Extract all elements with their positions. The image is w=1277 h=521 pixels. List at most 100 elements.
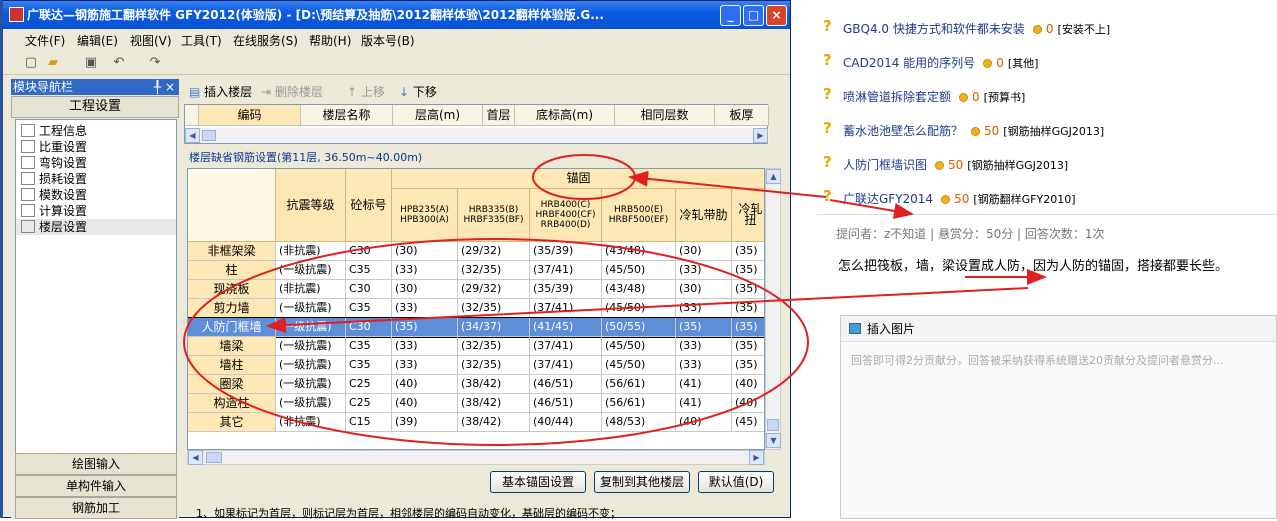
menu-help[interactable]: 帮助(H): [309, 32, 351, 49]
nav-drawing-input[interactable]: 绘图输入: [15, 453, 177, 475]
col-hrb335[interactable]: HRB335(B) HRBF335(BF): [458, 189, 530, 242]
cell-concrete[interactable]: C35: [346, 356, 392, 375]
cell-hrb500[interactable]: (43/48): [602, 280, 676, 299]
menu-tools[interactable]: 工具(T): [181, 32, 222, 49]
cell-concrete[interactable]: C25: [346, 375, 392, 394]
cell-hrb335[interactable]: (32/35): [458, 337, 530, 356]
cell-cold-twisted[interactable]: (35): [732, 280, 764, 299]
cell-concrete[interactable]: C35: [346, 299, 392, 318]
table-row[interactable]: 人防门框墙 (一级抗震) C30 (35) (34/37) (41/45) (50/55)(…: [188, 317, 764, 338]
cell-cold-twisted[interactable]: (35): [732, 318, 764, 337]
cell-seismic[interactable]: (非抗震): [276, 280, 346, 299]
cell-cold-ribbed[interactable]: (33): [676, 299, 732, 318]
cell-row-name[interactable]: 墙梁: [188, 337, 276, 356]
cell-hrb400[interactable]: (37/41): [530, 337, 602, 356]
table-row[interactable]: 剪力墙 (一级抗震) C35 (33) (32/35) (37/41) (45/50) (33…: [188, 299, 764, 318]
floor-grid[interactable]: 编码 楼层名称 层高(m) 首层 底标高(m) 相同层数 板厚(mm) ◀ ▶: [184, 104, 769, 144]
cell-concrete[interactable]: C30: [346, 280, 392, 299]
cell-hrb335[interactable]: (32/35): [458, 356, 530, 375]
cell-seismic[interactable]: (一级抗震): [276, 261, 346, 280]
cell-row-name[interactable]: 构造柱: [188, 394, 276, 413]
cell-seismic[interactable]: (一级抗震): [276, 337, 346, 356]
cell-seismic[interactable]: (一级抗震): [276, 356, 346, 375]
table-row[interactable]: 非框架梁 (非抗震) C30 (30) (29/32) (35/39) (43/48) (30…: [188, 242, 764, 261]
menu-version[interactable]: 版本号(B): [361, 32, 415, 49]
menu-file[interactable]: 文件(F): [25, 32, 65, 49]
table-row[interactable]: 墙梁 (一级抗震) C35 (33) (32/35) (37/41) (45/50) (33)…: [188, 337, 764, 356]
anchor-grid-hscroll[interactable]: ◀ ▶: [187, 450, 765, 465]
copy-to-floors-button[interactable]: 复制到其他楼层: [594, 471, 690, 493]
cell-hrb400[interactable]: (37/41): [530, 356, 602, 375]
close-button[interactable]: ×: [766, 5, 787, 26]
col-seismic-grade[interactable]: 抗震等级: [276, 169, 346, 242]
move-down-button[interactable]: ↓ 下移: [399, 83, 437, 100]
cell-seismic[interactable]: (非抗震): [276, 242, 346, 261]
col-hpb[interactable]: HPB235(A) HPB300(A): [392, 189, 458, 242]
cell-seismic[interactable]: (一级抗震): [276, 375, 346, 394]
nav-section-project-settings[interactable]: 工程设置: [11, 96, 179, 118]
table-row[interactable]: 构造柱 (一级抗震) C25 (40) (38/42) (46/51) (56/61) (41…: [188, 394, 764, 413]
move-up-button[interactable]: ↑ 上移: [347, 83, 385, 100]
cell-hrb335[interactable]: (38/42): [458, 394, 530, 413]
cell-concrete[interactable]: C25: [346, 394, 392, 413]
basic-anchor-settings-button[interactable]: 基本锚固设置: [490, 471, 586, 493]
cell-cold-ribbed[interactable]: (41): [676, 375, 732, 394]
cell-cold-ribbed[interactable]: (35): [676, 318, 732, 337]
cell-hrb335[interactable]: (32/35): [458, 261, 530, 280]
pin-icon[interactable]: ╀: [154, 79, 161, 95]
cell-hrb400[interactable]: (35/39): [530, 280, 602, 299]
cell-row-name[interactable]: 其它: [188, 413, 276, 432]
scroll-down-icon[interactable]: ▼: [766, 433, 781, 448]
cell-hrb500[interactable]: (45/50): [602, 299, 676, 318]
col-hrb400[interactable]: HRB400(C) HRBF400(CF) RRB400(D): [530, 189, 602, 242]
save-icon[interactable]: ▣: [83, 55, 99, 70]
scroll-left-icon[interactable]: ◀: [188, 450, 203, 465]
nav-item-weight[interactable]: 比重设置: [16, 139, 176, 155]
cell-concrete[interactable]: C35: [346, 261, 392, 280]
scroll-up-icon[interactable]: ▲: [766, 169, 781, 184]
cell-hrb335[interactable]: (29/32): [458, 280, 530, 299]
cell-hpb[interactable]: (40): [392, 394, 458, 413]
cell-cold-twisted[interactable]: (35): [732, 356, 764, 375]
cell-concrete[interactable]: C30: [346, 242, 392, 261]
cell-cold-twisted[interactable]: (45): [732, 413, 764, 432]
table-row[interactable]: 柱 (一级抗震) C35 (33) (32/35) (37/41) (45/50) (33)(…: [188, 261, 764, 280]
cell-hrb400[interactable]: (37/41): [530, 261, 602, 280]
table-row[interactable]: 墙柱 (一级抗震) C35 (33) (32/35) (37/41) (45/50) (33)…: [188, 356, 764, 375]
insert-floor-button[interactable]: ▤ 插入楼层: [189, 83, 252, 100]
cell-row-name[interactable]: 非框架梁: [188, 242, 276, 261]
undo-icon[interactable]: ↶: [111, 55, 127, 70]
menu-view[interactable]: 视图(V): [130, 32, 172, 49]
nav-rebar-processing[interactable]: 钢筋加工: [15, 497, 177, 519]
minimize-button[interactable]: _: [720, 5, 741, 26]
cell-cold-ribbed[interactable]: (40): [676, 413, 732, 432]
cell-hrb400[interactable]: (37/41): [530, 299, 602, 318]
cell-hrb335[interactable]: (29/32): [458, 242, 530, 261]
col-cold-ribbed[interactable]: 冷轧带肋: [676, 189, 732, 242]
cell-seismic[interactable]: (非抗震): [276, 413, 346, 432]
col-cold-twisted[interactable]: 冷轧扭: [732, 189, 764, 242]
cell-cold-ribbed[interactable]: (30): [676, 280, 732, 299]
col-first-floor[interactable]: 首层: [483, 105, 515, 126]
insert-image-button[interactable]: 插入图片: [841, 316, 1276, 342]
cell-cold-ribbed[interactable]: (33): [676, 337, 732, 356]
cell-row-name[interactable]: 墙柱: [188, 356, 276, 375]
cell-cold-ribbed[interactable]: (41): [676, 394, 732, 413]
cell-hrb400[interactable]: (35/39): [530, 242, 602, 261]
scroll-right-icon[interactable]: ▶: [749, 450, 764, 465]
col-bottom-elev[interactable]: 底标高(m): [515, 105, 615, 126]
cell-cold-twisted[interactable]: (40): [732, 394, 764, 413]
new-file-icon[interactable]: ▢: [23, 55, 39, 70]
cell-row-name[interactable]: 现浇板: [188, 280, 276, 299]
nav-item-hook[interactable]: 弯钩设置: [16, 155, 176, 171]
cell-seismic[interactable]: (一级抗震): [276, 299, 346, 318]
cell-hrb500[interactable]: (56/61): [602, 394, 676, 413]
delete-floor-button[interactable]: ⇥ 删除楼层: [261, 83, 323, 100]
cell-hrb400[interactable]: (46/51): [530, 394, 602, 413]
cell-cold-twisted[interactable]: (35): [732, 261, 764, 280]
col-code[interactable]: 编码: [199, 105, 301, 126]
cell-cold-twisted[interactable]: (40): [732, 375, 764, 394]
anchor-grid-vscroll[interactable]: ▲ ▼: [765, 168, 781, 450]
cell-hrb500[interactable]: (45/50): [602, 337, 676, 356]
col-same-count[interactable]: 相同层数: [615, 105, 715, 126]
